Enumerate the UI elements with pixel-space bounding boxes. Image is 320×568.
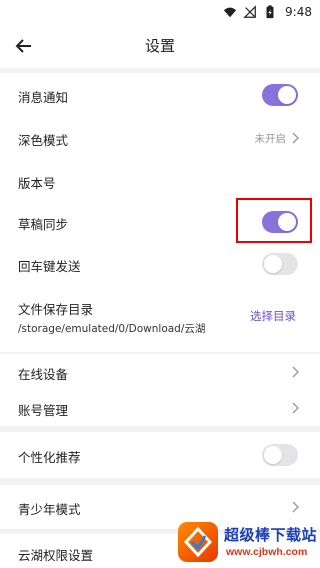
watermark-url: www.cjbwh.com <box>226 546 308 558</box>
app-bar: 设置 <box>0 24 320 68</box>
setting-label: 深色模式 <box>18 133 69 148</box>
setting-personalized-recommendation: 个性化推荐 <box>0 432 320 478</box>
chevron-right-icon <box>292 501 299 513</box>
personalized-recommendation-toggle[interactable] <box>262 444 298 466</box>
enter-to-send-toggle[interactable] <box>262 253 298 275</box>
setting-label: 版本号 <box>18 176 56 191</box>
setting-message-notification: 消息通知 <box>0 73 320 117</box>
arrow-left-icon <box>15 39 31 53</box>
highlight-box <box>236 198 312 243</box>
setting-label: 文件保存目录 <box>18 302 94 317</box>
setting-version: 版本号 <box>0 159 320 201</box>
setting-label: 个性化推荐 <box>18 450 81 465</box>
wifi-icon <box>223 7 237 18</box>
setting-label: 在线设备 <box>18 367 69 382</box>
watermark: 超级棒下载站 www.cjbwh.com <box>176 518 320 568</box>
setting-label: 消息通知 <box>18 90 69 105</box>
setting-account-management[interactable]: 账号管理 <box>0 390 320 426</box>
setting-label: 草稿同步 <box>18 217 69 232</box>
recommendation-group: 个性化推荐 <box>0 432 320 478</box>
choose-directory-button[interactable]: 选择目录 <box>250 308 296 324</box>
setting-label: 回车键发送 <box>18 259 81 274</box>
chevron-right-icon <box>292 402 299 414</box>
file-save-path: /storage/emulated/0/Download/云湖 <box>18 323 206 335</box>
no-signal-icon <box>243 5 256 18</box>
setting-online-devices[interactable]: 在线设备 <box>0 354 320 390</box>
setting-label: 青少年模式 <box>18 502 81 517</box>
toggle-knob <box>264 255 282 273</box>
message-notification-toggle[interactable] <box>262 84 298 106</box>
status-time: 9:48 <box>285 5 312 19</box>
setting-enter-to-send: 回车键发送 <box>0 243 320 285</box>
status-bar: 9:48 <box>0 0 320 24</box>
chevron-right-icon <box>292 366 299 378</box>
chevron-right-icon <box>292 132 299 144</box>
toggle-knob <box>264 446 282 464</box>
setting-file-save-dir: 文件保存目录 /storage/emulated/0/Download/云湖 选… <box>0 285 320 352</box>
dark-mode-value: 未开启 <box>254 133 287 145</box>
watermark-logo-icon <box>178 522 218 562</box>
setting-label: 云湖权限设置 <box>18 548 94 563</box>
back-button[interactable] <box>10 32 38 60</box>
watermark-title: 超级棒下载站 <box>224 526 318 544</box>
page-title: 设置 <box>144 37 175 55</box>
battery-charging-icon <box>266 5 274 19</box>
toggle-knob <box>278 86 296 104</box>
device-account-group: 在线设备 账号管理 <box>0 354 320 426</box>
setting-dark-mode[interactable]: 深色模式 未开启 <box>0 117 320 159</box>
setting-label: 账号管理 <box>18 403 69 418</box>
